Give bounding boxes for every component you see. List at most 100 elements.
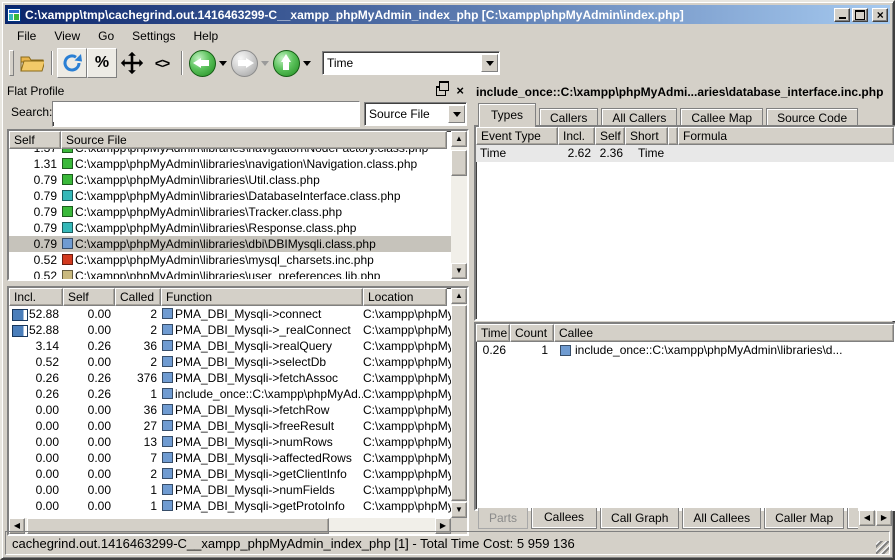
column-header-time[interactable]: Time [476,324,510,342]
called-value: 1 [115,386,161,402]
column-header-incl[interactable]: Incl. [9,288,63,306]
group-by-combobox[interactable]: Source File [364,102,467,126]
column-header-incl[interactable]: Incl. [558,127,595,145]
search-input[interactable] [53,102,359,122]
maximize-button[interactable] [852,8,868,22]
relative-cost-button[interactable]: <> [147,48,177,78]
callee-row[interactable]: 0.261include_once::C:\xampp\phpMyAdmin\l… [476,342,894,359]
scroll-down-button[interactable]: ▼ [451,263,467,279]
function-row[interactable]: 0.260.261include_once::C:\xampp\phpMyAd.… [9,386,451,402]
column-header-count[interactable]: Count [510,324,554,342]
scroll-down-button[interactable]: ▼ [451,502,467,518]
source-file-row[interactable]: 0.79C:\xampp\phpMyAdmin\libraries\Respon… [9,220,451,236]
resize-grip[interactable] [876,541,889,554]
back-dropdown-button[interactable] [217,48,229,78]
column-header-called[interactable]: Called [115,288,161,306]
file-marker-icon [62,158,73,169]
tab-types[interactable]: Types [478,103,536,127]
column-header-self[interactable]: Self [63,288,115,306]
function-row[interactable]: 0.520.002PMA_DBI_Mysqli->selectDbC:\xamp… [9,354,451,370]
column-header-formula[interactable]: Formula [678,127,894,145]
event-type-row[interactable]: Time2.622.36Time [476,145,894,162]
source-file-row[interactable]: 1.31C:\xampp\phpMyAdmin\libraries\naviga… [9,156,451,172]
forward-group [229,48,271,78]
flat-profile-dock-header[interactable]: Flat Profile × [7,82,466,99]
called-value: 7 [115,450,161,466]
function-row[interactable]: 0.000.001PMA_DBI_Mysqli->getProtoInfoC:\… [9,498,451,514]
function-name: PMA_DBI_Mysqli->selectDb [175,354,326,370]
combo-drop-button[interactable] [481,54,498,72]
source-file-row[interactable]: 0.79C:\xampp\phpMyAdmin\libraries\Tracke… [9,204,451,220]
function-row[interactable]: 0.000.0013PMA_DBI_Mysqli->numRowsC:\xamp… [9,434,451,450]
column-header-blank[interactable] [668,127,678,145]
tab-call-graph[interactable]: Call Graph [600,508,679,529]
function-row[interactable]: 52.880.002PMA_DBI_Mysqli->connectC:\xamp… [9,306,451,322]
menu-help[interactable]: Help [185,27,228,45]
tab-parts[interactable]: Parts [478,508,528,529]
source-file-row[interactable]: 0.79C:\xampp\phpMyAdmin\libraries\Util.c… [9,172,451,188]
function-row[interactable]: 0.000.001PMA_DBI_Mysqli->numFieldsC:\xam… [9,482,451,498]
back-button[interactable] [187,48,217,78]
tab-machine[interactable]: Machine [847,508,858,529]
column-header-function[interactable]: Function [161,288,363,306]
column-header-self[interactable]: Self [595,127,625,145]
event-type-combobox[interactable]: Time [322,51,500,75]
source-file-row[interactable]: 0.52C:\xampp\phpMyAdmin\libraries\user_p… [9,268,451,279]
forward-button[interactable] [229,48,259,78]
tabs-scroll-left-button[interactable]: ◀ [859,510,875,526]
column-header-callee[interactable]: Callee [554,324,894,342]
menu-go[interactable]: Go [89,27,123,45]
source-file-row[interactable]: 1.37C:\xampp\phpMyAdmin\libraries\naviga… [9,149,451,156]
function-name-cell: PMA_DBI_Mysqli->freeResult [161,418,363,434]
titlebar[interactable]: C:\xampp\tmp\cachegrind.out.1416463299-C… [5,5,890,24]
scroll-up-button[interactable]: ▲ [451,288,467,304]
source-file-row[interactable]: 0.79C:\xampp\phpMyAdmin\libraries\Databa… [9,188,451,204]
scrollbar-thumb[interactable] [451,305,467,501]
column-header-short[interactable]: Short [625,127,668,145]
function-icon [162,436,173,447]
reload-button[interactable] [57,48,87,78]
scroll-left-icon: ◀ [864,513,870,522]
source-file-row[interactable]: 0.79C:\xampp\phpMyAdmin\libraries\dbi\DB… [9,236,451,252]
close-button[interactable]: × [872,8,888,22]
column-header-self[interactable]: Self [9,131,61,149]
function-row[interactable]: 3.140.2636PMA_DBI_Mysqli->realQueryC:\xa… [9,338,451,354]
tab-all-callees[interactable]: All Callees [682,508,761,529]
function-row[interactable]: 0.000.0036PMA_DBI_Mysqli->fetchRowC:\xam… [9,402,451,418]
file-marker-icon [62,254,73,265]
source-file-row[interactable]: 0.52C:\xampp\phpMyAdmin\libraries\mysql_… [9,252,451,268]
self-value: 2.36 [595,145,625,162]
menu-view[interactable]: View [45,27,89,45]
dock-close-button[interactable]: × [454,86,466,96]
file-marker-icon [62,270,73,279]
vertical-scrollbar[interactable]: ▲ ▼ [451,131,467,279]
function-row[interactable]: 52.880.002PMA_DBI_Mysqli->_realConnectC:… [9,322,451,338]
dock-float-icon[interactable] [436,86,446,96]
percent-button[interactable]: % [87,48,117,78]
minimize-button[interactable] [834,8,850,22]
column-header-event-type[interactable]: Event Type [476,127,558,145]
tabs-scroll-right-button[interactable]: ▶ [876,510,892,526]
scrollbar-thumb[interactable] [451,150,467,176]
function-row[interactable]: 0.000.007PMA_DBI_Mysqli->affectedRowsC:\… [9,450,451,466]
up-dropdown-button[interactable] [301,48,313,78]
forward-dropdown-button[interactable] [259,48,271,78]
up-button[interactable] [271,48,301,78]
menu-settings[interactable]: Settings [123,27,184,45]
function-row[interactable]: 0.000.0027PMA_DBI_Mysqli->freeResultC:\x… [9,418,451,434]
vertical-scrollbar[interactable]: ▲ ▼ [451,288,467,518]
column-header-location[interactable]: Location [363,288,447,306]
menu-file[interactable]: File [8,27,45,45]
scroll-left-icon: ◀ [14,521,20,530]
function-row[interactable]: 0.260.26376PMA_DBI_Mysqli->fetchAssocC:\… [9,370,451,386]
tab-caller-map[interactable]: Caller Map [764,508,844,529]
combo-drop-button[interactable] [448,105,465,123]
pan-button[interactable] [117,48,147,78]
column-header-source-file[interactable]: Source File [61,131,447,149]
tab-callees[interactable]: Callees [531,508,597,529]
scroll-up-button[interactable]: ▲ [451,131,467,147]
open-button[interactable] [17,48,47,78]
toolbar-handle[interactable] [9,50,14,76]
function-row[interactable]: 0.000.002PMA_DBI_Mysqli->getClientInfoC:… [9,466,451,482]
search-label: Search: [11,105,52,119]
